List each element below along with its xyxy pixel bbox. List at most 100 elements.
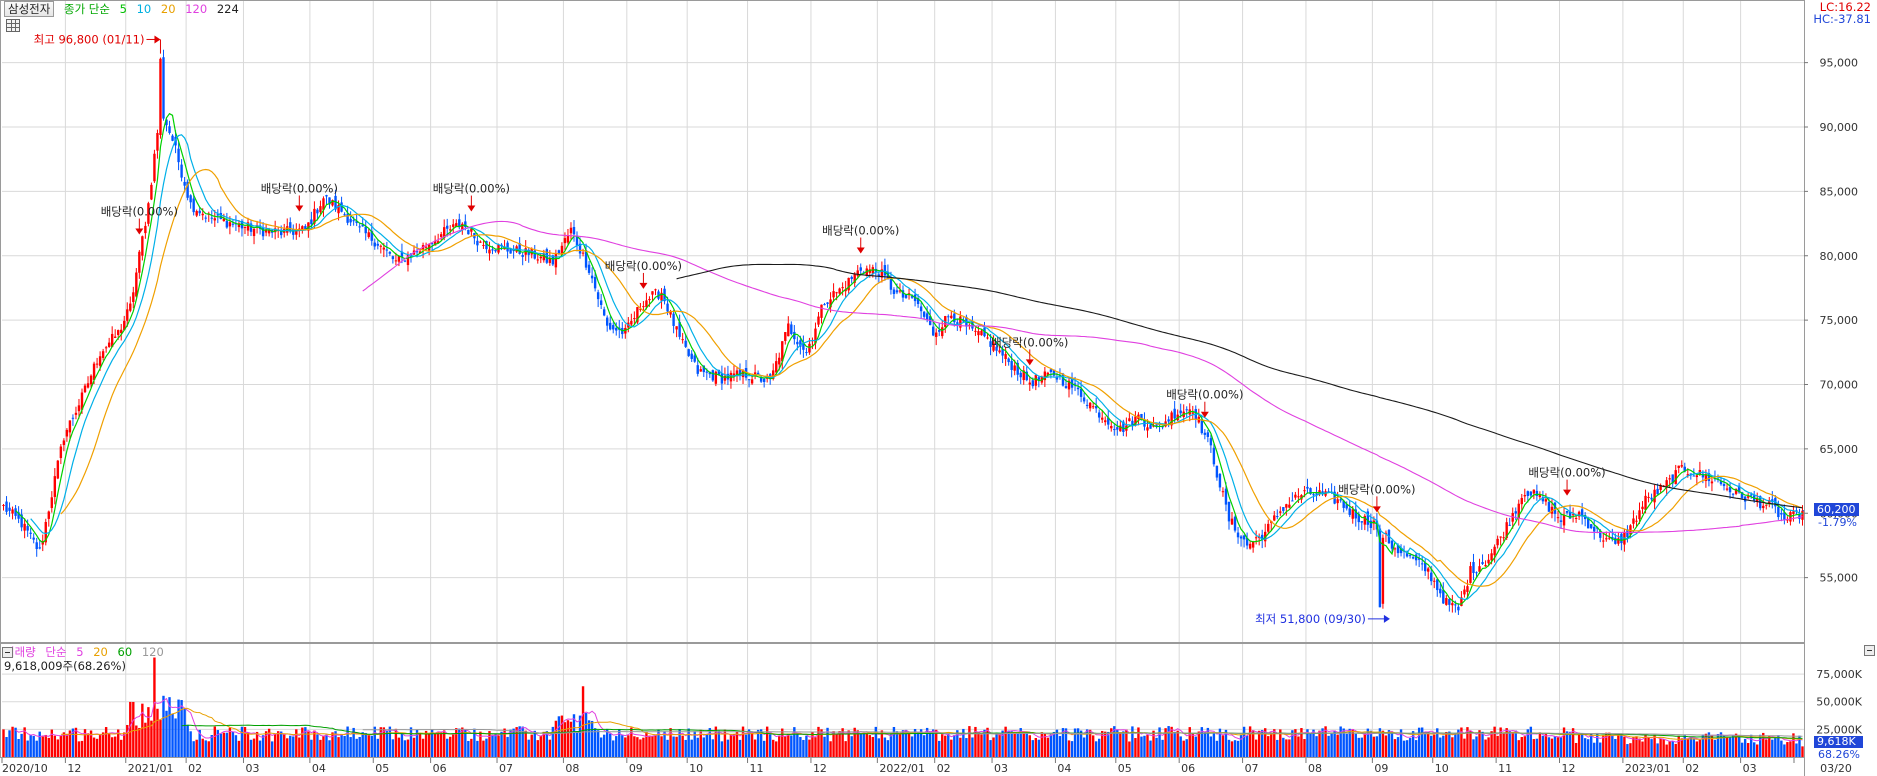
volume-bar — [1478, 730, 1481, 757]
price-tick-label: 80,000 — [1820, 250, 1859, 263]
x-tick-label: 08 — [565, 762, 579, 775]
candle-body — [1200, 419, 1204, 434]
volume-bar — [361, 732, 364, 757]
volume-bar — [1665, 744, 1668, 757]
volume-bar — [1239, 734, 1243, 757]
x-tick-label: 04 — [312, 762, 326, 775]
candle-body — [956, 322, 959, 324]
volume-bar — [1125, 729, 1128, 757]
volume-bar — [500, 731, 503, 757]
candle-body — [784, 332, 787, 341]
volume-legend-120: 120 — [141, 645, 164, 659]
volume-bar — [765, 726, 769, 757]
volume-bar — [781, 728, 784, 757]
volume-bar — [328, 740, 331, 757]
volume-bar — [708, 728, 712, 757]
x-tick-label: 05 — [1118, 762, 1132, 775]
volume-bar — [651, 736, 654, 757]
volume-bar — [409, 727, 413, 757]
volume-bar — [29, 735, 32, 757]
candle-body — [998, 350, 1001, 353]
volume-bar — [385, 731, 389, 757]
volume-bar — [17, 738, 20, 757]
volume-bar — [1427, 731, 1430, 757]
candle-body — [183, 181, 186, 186]
candle-body — [1559, 520, 1563, 522]
candle-body — [1191, 412, 1194, 414]
volume-bar — [1303, 739, 1306, 757]
candle-body — [1393, 548, 1397, 550]
dividend-label: 배당락(0.00%) — [605, 259, 682, 273]
volume-bar — [922, 735, 926, 757]
volume-bar — [107, 733, 111, 757]
minimize-icon[interactable] — [1864, 645, 1875, 656]
volume-bar — [612, 740, 615, 757]
candle-body — [1722, 483, 1726, 487]
candle-body — [391, 256, 395, 260]
candle-body — [1034, 375, 1038, 386]
volume-bar — [59, 735, 63, 757]
volume-bar — [1010, 731, 1013, 757]
candle-body — [35, 542, 38, 550]
volume-bar — [301, 727, 304, 757]
volume-bar — [1611, 735, 1614, 757]
candle-body — [1680, 465, 1683, 467]
candle-body — [796, 341, 799, 345]
volume-bar — [1740, 742, 1744, 757]
table-grid-icon[interactable] — [6, 19, 20, 32]
volume-bar — [162, 695, 165, 757]
volume-bar — [1728, 737, 1732, 757]
candle-body — [11, 509, 14, 514]
x-tick-label: 12 — [1562, 762, 1576, 775]
high-label: 최고 96,800 (01/11) — [34, 32, 145, 46]
candle-body — [316, 209, 319, 214]
volume-bar — [1363, 733, 1367, 757]
candle-body — [439, 234, 443, 237]
volume-bar — [1297, 736, 1300, 757]
candle-body — [835, 292, 838, 294]
stock-chart: 배당락(0.00%) 배당락(0.00%) 배당락(0.00%) 배당락(0.00%)… — [0, 0, 1877, 776]
volume-bar — [391, 739, 395, 757]
candle-body — [1535, 490, 1539, 496]
candle-body — [95, 363, 99, 365]
volume-bar — [1463, 738, 1466, 757]
candle-body — [1731, 493, 1735, 495]
candle-body — [938, 330, 941, 332]
volume-bar — [1599, 742, 1602, 757]
volume-bar — [732, 734, 736, 757]
volume-bar — [1532, 739, 1536, 757]
volume-bar — [476, 740, 479, 757]
volume-bar — [482, 740, 485, 757]
ma-legend-20: 20 — [160, 2, 176, 16]
volume-bar — [1128, 741, 1131, 757]
volume-bar — [397, 737, 401, 757]
collapse-icon[interactable] — [2, 647, 13, 658]
candle-body — [74, 412, 78, 415]
volume-bar — [1285, 739, 1288, 757]
volume-bar — [400, 733, 404, 757]
volume-bar — [1502, 733, 1505, 757]
volume-bar — [1795, 743, 1798, 757]
volume-bar — [1638, 738, 1641, 757]
volume-bar — [799, 736, 802, 757]
stock-name-button[interactable]: 삼성전자 — [4, 1, 55, 17]
volume-bar — [479, 731, 482, 757]
candle-body — [889, 278, 893, 290]
volume-bar — [1414, 740, 1418, 757]
candle-body — [1381, 537, 1385, 604]
candle-body — [86, 383, 90, 388]
candle-body — [823, 304, 826, 306]
volume-bar — [1242, 726, 1246, 757]
candle-body — [1656, 488, 1659, 495]
volume-bar — [225, 732, 229, 757]
volume-bar — [717, 730, 721, 757]
volume-bar — [1236, 740, 1240, 757]
candle-body — [1801, 510, 1804, 520]
candle-body — [1239, 536, 1243, 539]
candle-body — [159, 58, 162, 136]
candle-body — [1297, 496, 1300, 498]
volume-bar — [1227, 739, 1231, 757]
candle-body — [373, 242, 376, 247]
volume-bar — [790, 735, 793, 757]
candle-body — [26, 526, 29, 531]
